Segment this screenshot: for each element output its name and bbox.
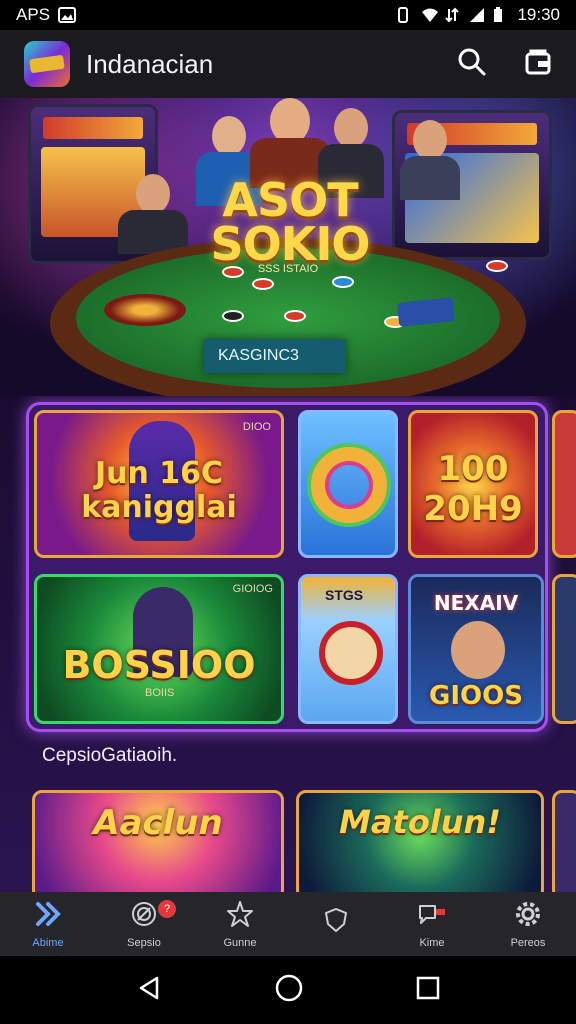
game-tile[interactable]: Jun 16C kanigglai DIOO [34, 410, 284, 558]
game-tile[interactable]: NEXAIV GIOOS [408, 574, 544, 724]
hero-subtitle: SSS ISTAIO [257, 263, 319, 275]
app-title: Indanacian [86, 48, 214, 79]
nav-label: Abime [32, 936, 64, 949]
nav-item-games[interactable]: Gunne [192, 892, 288, 956]
game-tile[interactable]: Matolun! [296, 790, 544, 892]
app-bar: Indanacian [0, 30, 576, 98]
game-tile-title: Jun 16C kanigglai [81, 456, 237, 525]
hero-badge[interactable]: KASGINC3 [204, 339, 346, 373]
game-tile-partial[interactable] [552, 574, 576, 724]
game-tile-partial[interactable] [552, 790, 576, 892]
nav-label: Gunne [223, 936, 257, 949]
game-tile[interactable]: 100 20H9 [408, 410, 538, 558]
nav-item-settings[interactable]: Pereos [480, 892, 576, 956]
section-label: CepsioGatiaoih. [42, 745, 178, 766]
game-tile-corner: STGS [325, 587, 364, 603]
nav-label: Pereos [510, 936, 546, 949]
game-tile[interactable]: Aaclun [32, 790, 284, 892]
game-tile[interactable]: STGS [298, 574, 398, 724]
hero-title: ASOT SOKIO [210, 173, 370, 271]
nav-item-shield[interactable] [288, 892, 384, 956]
chip [284, 310, 306, 322]
hero-banner[interactable]: ASOT SOKIO SSS ISTAIO KASGINC3 [0, 98, 576, 396]
chip [252, 278, 274, 290]
game-tile-title: GIOOS [429, 681, 523, 711]
chat-icon [417, 900, 447, 933]
search-icon [457, 47, 487, 82]
nav-item-chat[interactable]: Kime [384, 892, 480, 956]
signal-icon [469, 7, 485, 23]
image-icon [58, 7, 77, 23]
nav-label: Sepsio [127, 936, 161, 949]
status-left-text: APS [16, 5, 51, 24]
game-content: Jun 16C kanigglai DIOO 100 20H9 BOSSIOO … [0, 396, 576, 892]
roulette-wheel [104, 294, 186, 326]
settings-icon [514, 900, 542, 933]
game-tile-corner: NEXAIV [433, 591, 519, 615]
recents-icon[interactable] [415, 975, 441, 1006]
bottom-navigation: Abime ? Sepsio Gunne Kime Pereos [0, 892, 576, 956]
nav-item-home[interactable]: Abime [0, 892, 96, 956]
game-tile-sub: BOIIS [145, 687, 175, 699]
chip [222, 310, 244, 322]
notification-badge: ? [158, 900, 176, 918]
game-tile-corner: DIOO [242, 421, 271, 433]
wifi-icon [421, 7, 439, 23]
game-tile-corner: GIOIOG [232, 583, 273, 595]
game-tile-title: BOSSIOO [62, 643, 256, 687]
nav-label: Kime [419, 936, 445, 949]
shield-icon [322, 906, 350, 939]
player-figure-far-right [400, 120, 460, 200]
wallet-icon [524, 48, 552, 81]
star-icon [226, 900, 254, 933]
game-tile-title: 100 20H9 [423, 449, 523, 529]
chip [332, 276, 354, 288]
battery-icon [493, 7, 509, 23]
game-tile[interactable]: BOSSIOO BOIIS GIOIOG [34, 574, 284, 724]
home-icon [34, 900, 62, 933]
data-icon [445, 7, 461, 23]
target-icon [130, 900, 158, 933]
game-tile-title: Matolun! [339, 803, 501, 841]
status-bar: APS 19:30 [0, 0, 576, 30]
game-tile-title: Aaclun [93, 803, 223, 843]
back-icon[interactable] [135, 974, 163, 1007]
game-character [451, 621, 505, 679]
dealer-figure [118, 174, 188, 254]
vibrate-icon [397, 7, 413, 23]
game-tile-partial[interactable] [552, 410, 576, 558]
home-circle-icon[interactable] [274, 973, 304, 1008]
chip [486, 260, 508, 272]
status-time: 19:30 [517, 5, 560, 24]
nav-item-sepsio[interactable]: ? Sepsio [96, 892, 192, 956]
search-button[interactable] [452, 44, 492, 84]
wallet-button[interactable] [518, 44, 558, 84]
character-badge [319, 621, 383, 685]
system-navigation [0, 956, 576, 1024]
game-tile[interactable] [298, 410, 398, 558]
prize-wheel-icon [311, 447, 387, 523]
app-logo[interactable] [24, 41, 70, 87]
